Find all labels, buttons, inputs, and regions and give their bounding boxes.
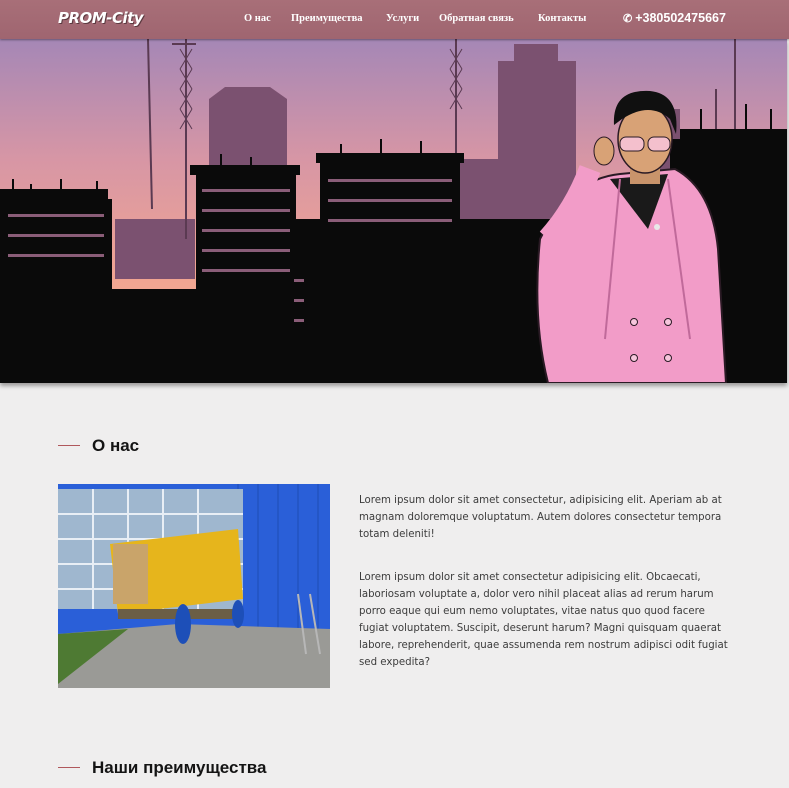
nav-item-contacts[interactable]: Контакты <box>538 13 586 24</box>
about-photo <box>58 484 330 688</box>
about-paragraph-1: Lorem ipsum dolor sit amet consectetur, … <box>359 495 722 540</box>
hero-illustration <box>0 39 787 383</box>
nav-item-services[interactable]: Услуги <box>386 13 419 24</box>
nav-item-about[interactable]: О нас <box>244 13 271 24</box>
nav-item-feedback[interactable]: Обратная связь <box>439 13 514 24</box>
about-title-text: О нас <box>92 436 140 455</box>
phone-number: +380502475667 <box>635 11 726 25</box>
title-dash <box>58 767 80 769</box>
nav-item-advantages[interactable]: Преимущества <box>291 13 363 24</box>
phone-link[interactable]: ✆ +380502475667 <box>623 11 726 25</box>
phone-icon: ✆ <box>623 13 633 25</box>
about-section-title: О нас <box>58 436 139 456</box>
advantages-title-text: Наши преимущества <box>92 758 267 777</box>
advantages-section-title: Наши преимущества <box>58 758 266 778</box>
about-paragraph-2: Lorem ipsum dolor sit amet consectetur a… <box>359 572 728 668</box>
site-header: PROM-City О нас Преимущества Услуги Обра… <box>0 0 789 39</box>
title-dash <box>58 445 80 447</box>
hero-banner <box>0 39 787 383</box>
